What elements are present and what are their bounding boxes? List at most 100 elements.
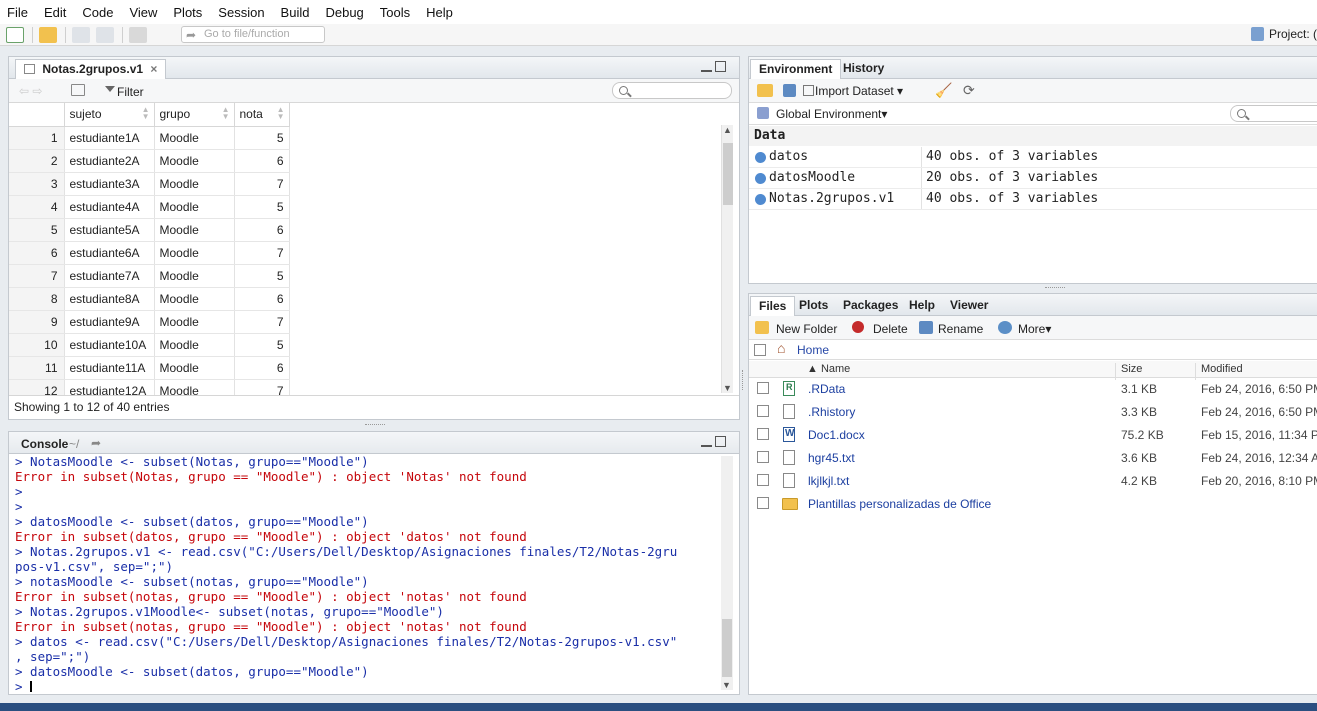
column-header-sujeto[interactable]: sujeto ▲ ▼ [64, 103, 155, 127]
right-splitter[interactable] [1045, 287, 1065, 290]
file-checkbox[interactable] [757, 382, 769, 394]
viewer-scrollbar[interactable]: ▲ ▼ [721, 125, 733, 393]
menu-debug[interactable]: Debug [317, 5, 371, 20]
menu-edit[interactable]: Edit [36, 5, 74, 20]
tab-notas-2grupos[interactable]: Notas.2grupos.v1 × [15, 59, 167, 79]
menu-code[interactable]: Code [74, 5, 121, 20]
maximize-icon[interactable] [715, 61, 726, 72]
menu-build[interactable]: Build [273, 5, 318, 20]
minimize-icon[interactable] [701, 439, 712, 447]
column-header-modified[interactable]: Modified [1201, 363, 1243, 375]
console-prompt[interactable]: > [15, 679, 721, 692]
file-name-link[interactable]: Doc1.docx [808, 428, 865, 442]
viewer-search-input[interactable] [612, 82, 732, 99]
file-row[interactable]: Plantillas personalizadas de Office [749, 493, 1317, 516]
env-item[interactable]: datosMoodle 20 obs. of 3 variables [749, 168, 1317, 189]
tab-environment[interactable]: Environment [750, 59, 842, 79]
env-search-input[interactable] [1230, 105, 1317, 122]
tab-history[interactable]: History [835, 59, 892, 79]
file-name-link[interactable]: .Rhistory [808, 405, 855, 419]
scroll-thumb[interactable] [722, 619, 732, 677]
import-dataset-button[interactable]: Import Dataset ▾ [815, 84, 903, 98]
rename-button[interactable]: Rename [938, 322, 983, 336]
console-output[interactable]: > NotasMoodle <- subset(Notas, grupo=="M… [15, 454, 721, 692]
console-command-line: > [15, 484, 23, 499]
delete-button[interactable]: Delete [873, 322, 908, 336]
back-forward-icon[interactable]: ⇦ ⇨ [19, 84, 42, 98]
open-file-icon[interactable] [39, 26, 57, 43]
filter-button[interactable]: Filter [117, 85, 144, 99]
file-row[interactable]: lkjlkjl.txt 4.2 KB Feb 20, 2016, 8:10 PM [749, 470, 1317, 493]
file-name-link[interactable]: lkjlkjl.txt [808, 474, 849, 488]
select-all-checkbox[interactable] [754, 344, 766, 356]
env-item[interactable]: Notas.2grupos.v1 40 obs. of 3 variables [749, 189, 1317, 210]
popout-icon[interactable] [71, 84, 85, 96]
project-menu[interactable]: Project: ( [1249, 27, 1317, 41]
refresh-icon[interactable]: ⟳ [963, 82, 975, 99]
close-tab-icon[interactable]: × [150, 62, 157, 76]
menu-tools[interactable]: Tools [372, 5, 418, 20]
file-checkbox[interactable] [757, 451, 769, 463]
column-header-size[interactable]: Size [1121, 363, 1142, 375]
file-checkbox[interactable] [757, 428, 769, 440]
menu-plots[interactable]: Plots [165, 5, 210, 20]
maximize-icon[interactable] [715, 436, 726, 447]
column-header-grupo[interactable]: grupo ▲ ▼ [154, 103, 235, 127]
expand-icon[interactable] [755, 194, 766, 205]
save-all-icon[interactable] [96, 26, 114, 43]
go-to-arrow-icon: ➦ [186, 28, 197, 42]
tab-help[interactable]: Help [901, 296, 943, 316]
console-scrollbar[interactable]: ▼ [721, 456, 733, 690]
home-icon[interactable]: ⌂ [777, 341, 791, 355]
file-row[interactable]: .Rhistory 3.3 KB Feb 24, 2016, 6:50 PM [749, 401, 1317, 424]
expand-icon[interactable] [755, 152, 766, 163]
scroll-down-icon[interactable]: ▼ [722, 680, 731, 690]
file-row[interactable]: .RData 3.1 KB Feb 24, 2016, 6:50 PM [749, 378, 1317, 401]
menu-session[interactable]: Session [210, 5, 272, 20]
file-row[interactable]: Doc1.docx 75.2 KB Feb 15, 2016, 11:34 PM [749, 424, 1317, 447]
load-workspace-icon[interactable] [757, 84, 773, 97]
filter-icon[interactable] [105, 86, 115, 96]
scroll-thumb[interactable] [723, 143, 733, 205]
print-icon[interactable] [129, 26, 147, 43]
file-row[interactable]: hgr45.txt 3.6 KB Feb 24, 2016, 12:34 AM [749, 447, 1317, 470]
file-name-link[interactable]: Plantillas personalizadas de Office [808, 497, 991, 511]
file-name-link[interactable]: .RData [808, 382, 845, 396]
tab-plots[interactable]: Plots [791, 296, 836, 316]
broom-icon[interactable]: 🧹 [935, 82, 952, 99]
tab-packages[interactable]: Packages [835, 296, 906, 316]
new-file-icon[interactable] [6, 26, 24, 43]
file-name-link[interactable]: hgr45.txt [808, 451, 855, 465]
env-item[interactable]: datos 40 obs. of 3 variables [749, 147, 1317, 168]
tab-files[interactable]: Files [750, 296, 796, 316]
save-workspace-icon[interactable] [783, 84, 796, 97]
env-section-data: Data [749, 126, 1317, 146]
file-checkbox[interactable] [757, 405, 769, 417]
tab-viewer[interactable]: Viewer [942, 296, 996, 316]
minimize-icon[interactable] [701, 64, 712, 72]
column-header-name[interactable]: ▲ Name [807, 363, 850, 375]
file-checkbox[interactable] [757, 497, 769, 509]
scroll-down-icon[interactable]: ▼ [723, 383, 732, 393]
console-command-line: > [15, 499, 23, 514]
console-goto-icon[interactable]: ➦ [91, 436, 101, 450]
cell-nota: 5 [234, 195, 290, 219]
expand-icon[interactable] [755, 173, 766, 184]
cell-sujeto: estudiante6A [64, 241, 155, 265]
breadcrumb-home[interactable]: Home [797, 343, 829, 357]
scroll-up-icon[interactable]: ▲ [723, 125, 732, 135]
save-icon[interactable] [72, 26, 90, 43]
more-button[interactable]: More▾ [1018, 322, 1051, 336]
menu-view[interactable]: View [121, 5, 165, 20]
new-folder-button[interactable]: New Folder [776, 322, 837, 336]
table-row: 4 estudiante4A Moodle 5 [9, 195, 290, 219]
vertical-splitter[interactable] [742, 370, 745, 390]
column-header-nota[interactable]: nota ▲ ▼ [234, 103, 290, 127]
file-checkbox[interactable] [757, 474, 769, 486]
menu-file[interactable]: File [0, 5, 36, 20]
horizontal-splitter[interactable] [365, 424, 385, 427]
menu-help[interactable]: Help [418, 5, 461, 20]
global-environment-dropdown[interactable]: Global Environment▾ [776, 107, 887, 121]
go-to-file-input[interactable]: ➦ Go to file/function [181, 26, 325, 43]
console-title: Console [21, 437, 69, 451]
